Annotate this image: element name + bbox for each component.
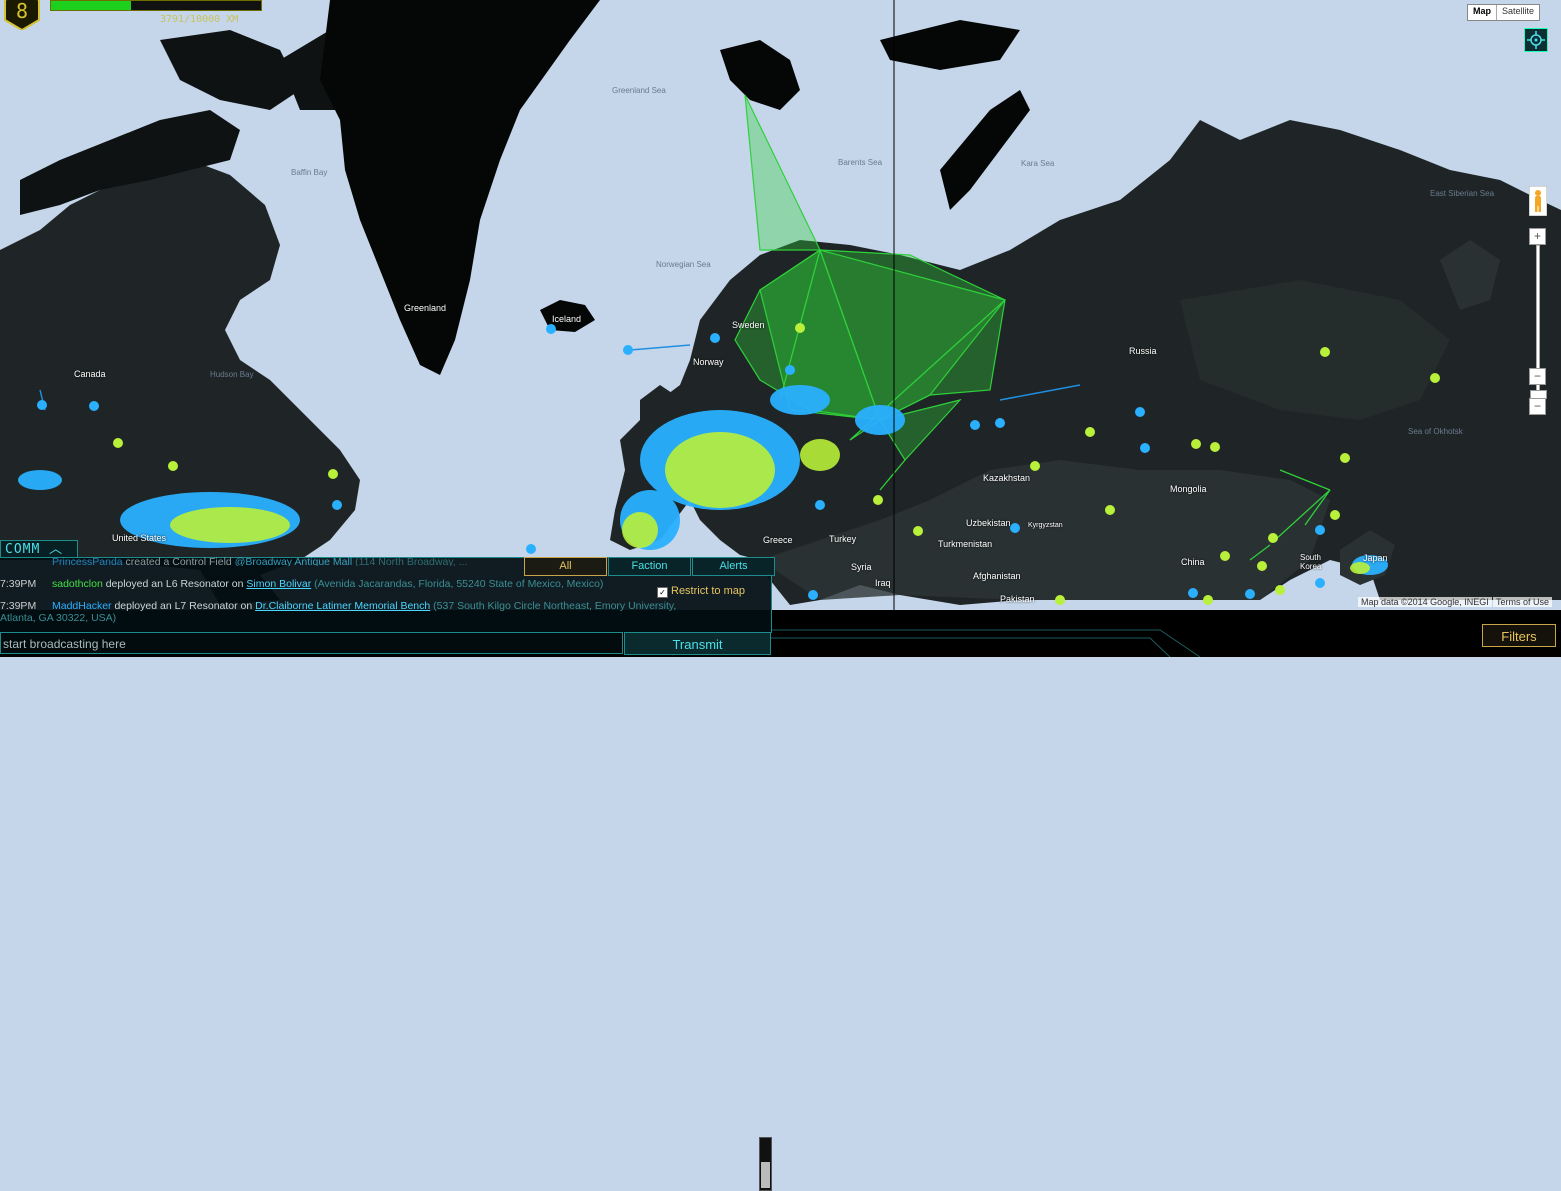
comm-message: 7:39PM sadothclon deployed an L6 Resonato… (0, 578, 603, 590)
country-label: Sweden (732, 320, 765, 330)
country-label: Greece (763, 535, 793, 545)
filters-button[interactable]: Filters (1482, 624, 1556, 647)
sea-label: Greenland Sea (612, 86, 666, 95)
zoom-out-button[interactable]: − (1529, 398, 1546, 415)
message-player[interactable]: MaddHacker (52, 600, 112, 612)
transmit-button[interactable]: Transmit (624, 632, 771, 655)
tab-alerts[interactable]: Alerts (692, 557, 775, 576)
country-label: Norway (693, 357, 724, 367)
message-portal-link[interactable]: Dr.Claiborne Latimer Memorial Bench (255, 600, 430, 612)
country-label: Pakistan (1000, 594, 1035, 604)
level-number: 8 (16, 0, 28, 23)
country-label: Afghanistan (973, 571, 1021, 581)
map-type-map-button[interactable]: Map (1468, 5, 1496, 20)
xm-bar-fill (51, 1, 131, 10)
message-action: created a Control Field (125, 556, 232, 566)
zoom-control: + − − (1529, 228, 1547, 415)
crosshair-icon (1527, 31, 1545, 49)
map-type-satellite-button[interactable]: Satellite (1496, 5, 1539, 20)
comm-tabs: All Faction Alerts (523, 557, 775, 576)
locate-button[interactable] (1524, 28, 1548, 52)
message-address: (114 North Broadway, ... (355, 556, 468, 566)
message-portal-link[interactable]: @Broadway Antique Mall (235, 556, 352, 566)
chevron-up-icon: ︿ (49, 542, 64, 557)
comm-label: COMM (5, 542, 41, 557)
map-attribution: Map data ©2014 Google, INEGI (1358, 597, 1492, 607)
intel-map[interactable]: Greenland Sea Baffin Bay Norwegian Sea B… (0, 0, 1561, 610)
message-address: (Avenida Jacarandas, Florida, 55240 Stat… (314, 578, 604, 590)
map-type-control: Map Satellite (1467, 4, 1541, 21)
message-action: deployed an L7 Resonator on (114, 600, 253, 612)
restrict-to-map-toggle[interactable]: ✓ Restrict to map (657, 585, 745, 598)
comm-scrollbar-thumb[interactable] (761, 1162, 770, 1188)
street-view-icon[interactable] (1529, 186, 1547, 216)
sea-label: Hudson Bay (210, 370, 254, 379)
country-label: Kazakhstan (983, 473, 1031, 483)
country-label: Greenland (404, 303, 447, 313)
sea-label: Norwegian Sea (656, 260, 711, 269)
tab-faction[interactable]: Faction (608, 557, 691, 576)
country-label: South Korea (1300, 553, 1322, 571)
terms-link[interactable]: Terms of Use (1493, 597, 1553, 607)
country-label: Turkmenistan (938, 539, 993, 549)
checkbox-checked-icon[interactable]: ✓ (657, 587, 668, 598)
zoom-out-button-upper[interactable]: − (1529, 368, 1546, 385)
level-badge: 8 (4, 0, 40, 30)
country-label: Kyrgyzstan (1028, 522, 1063, 529)
restrict-label: Restrict to map (671, 585, 745, 597)
sea-label: East Siberian Sea (1430, 189, 1495, 198)
country-label: Syria (851, 562, 872, 572)
country-label: Iraq (875, 578, 891, 588)
country-label: Mongolia (1170, 484, 1207, 494)
zoom-in-button[interactable]: + (1529, 228, 1546, 245)
country-label: Canada (74, 369, 106, 379)
country-label: Japan (1363, 553, 1388, 563)
comm-scrollbar[interactable] (759, 1137, 772, 1191)
message-player[interactable]: sadothclon (52, 578, 103, 590)
message-action: deployed an L6 Resonator on (105, 578, 244, 590)
comm-message: PrincessPanda created a Control Field @B… (52, 556, 467, 566)
message-portal-link[interactable]: Simon Bolivar (246, 578, 311, 590)
xm-text: 3791/10000 XM (160, 14, 239, 25)
comm-message: 7:39PM MaddHacker deployed an L7 Resonato… (0, 600, 705, 624)
message-time: 7:39PM (0, 600, 37, 612)
tab-all[interactable]: All (524, 557, 607, 576)
country-label: United States (112, 533, 167, 543)
message-time: 7:39PM (0, 578, 37, 590)
sea-label: Kara Sea (1021, 159, 1055, 168)
chat-input[interactable]: start broadcasting here (0, 632, 623, 654)
country-label: Iceland (552, 314, 582, 324)
country-label: Russia (1129, 346, 1157, 356)
country-label: China (1181, 557, 1205, 567)
message-player[interactable]: PrincessPanda (52, 556, 123, 566)
sea-label: Sea of Okhotsk (1408, 427, 1463, 436)
sea-label: Baffin Bay (291, 168, 328, 177)
map-canvas[interactable] (0, 0, 1561, 610)
country-label: Uzbekistan (966, 518, 1011, 528)
country-label: Turkey (829, 534, 857, 544)
sea-label: Barents Sea (838, 158, 883, 167)
xm-bar (50, 0, 262, 11)
